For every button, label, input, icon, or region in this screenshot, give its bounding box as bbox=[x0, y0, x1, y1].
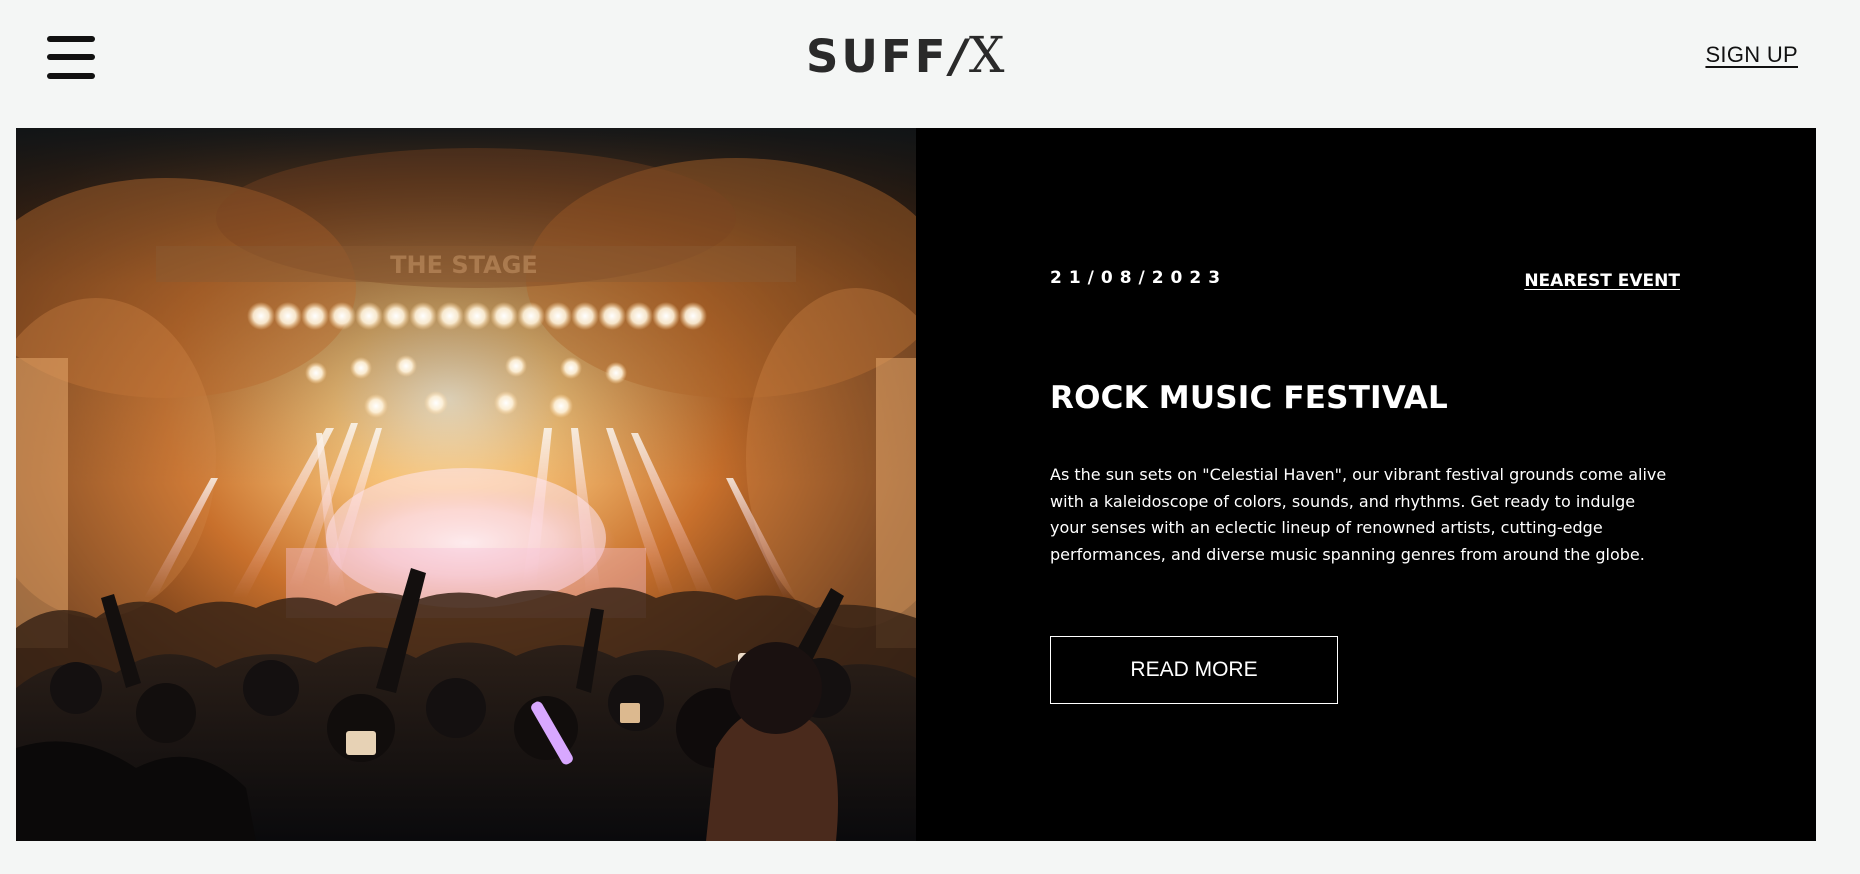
site-logo[interactable]: SUFF / X bbox=[806, 26, 1004, 84]
featured-event-section: THE STAGE 21/08/2023 NEAREST EVENT ROCK … bbox=[16, 128, 1816, 841]
logo-x: X bbox=[968, 26, 1005, 84]
crowd-silhouette bbox=[16, 568, 916, 841]
menu-bar-top bbox=[47, 36, 95, 42]
sign-up-link[interactable]: SIGN UP bbox=[1705, 42, 1798, 68]
menu-bar-middle bbox=[47, 54, 95, 60]
logo-wordmark: SUFF bbox=[806, 30, 949, 83]
nearest-event-link[interactable]: NEAREST EVENT bbox=[1524, 271, 1680, 291]
stage-sign-text: THE STAGE bbox=[390, 251, 538, 279]
site-header: SUFF / X SIGN UP bbox=[0, 0, 1860, 128]
event-date: 21/08/2023 bbox=[1050, 268, 1228, 288]
hamburger-menu-icon[interactable] bbox=[47, 36, 95, 80]
menu-bar-bottom bbox=[47, 73, 95, 79]
logo-slash: / bbox=[950, 30, 967, 83]
event-details-panel: 21/08/2023 NEAREST EVENT ROCK MUSIC FEST… bbox=[916, 128, 1816, 841]
event-title: ROCK MUSIC FESTIVAL bbox=[1050, 380, 1449, 416]
concert-crowd-image: THE STAGE bbox=[16, 128, 916, 841]
concert-crowd-illustration: THE STAGE bbox=[16, 128, 916, 841]
event-description: As the sun sets on "Celestial Haven", ou… bbox=[1050, 465, 1667, 564]
read-more-button[interactable]: READ MORE bbox=[1050, 636, 1338, 704]
